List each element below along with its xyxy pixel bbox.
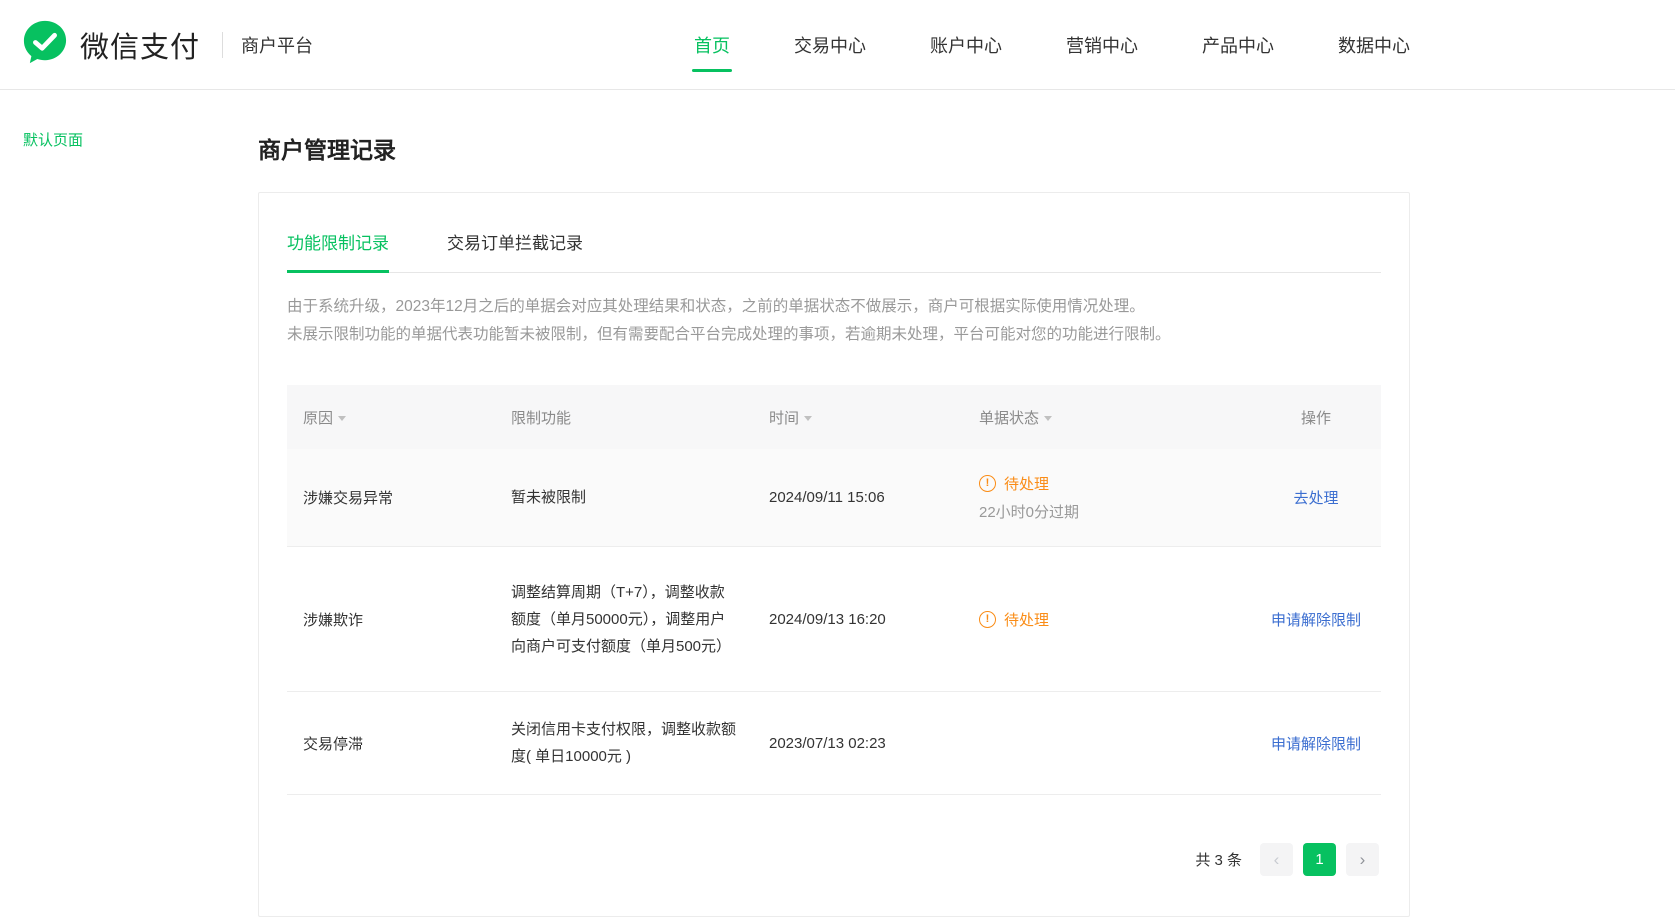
table-row: 交易停滞 关闭信用卡支付权限，调整收款额度( 单日10000元 ) 2023/0…: [287, 692, 1381, 795]
wechat-pay-logo: 微信支付: [22, 19, 200, 70]
sort-caret-icon: [338, 416, 346, 421]
notice-line-1: 由于系统升级，2023年12月之后的单据会对应其处理结果和状态，之前的单据状态不…: [287, 293, 1381, 321]
cell-reason: 涉嫌欺诈: [287, 585, 495, 654]
cell-status: 待处理 22小时0分过期: [963, 449, 1251, 546]
chevron-left-icon: ‹: [1274, 850, 1280, 870]
sidebar: 默认页面: [0, 91, 232, 914]
column-header-restriction: 限制功能: [495, 407, 753, 428]
status-text: 待处理: [1004, 473, 1049, 494]
column-header-reason[interactable]: 原因: [287, 407, 495, 428]
cell-action: 申请解除限制: [1251, 585, 1381, 654]
records-card: 功能限制记录 交易订单拦截记录 由于系统升级，2023年12月之后的单据会对应其…: [258, 192, 1410, 917]
status-pending: 待处理: [979, 609, 1235, 630]
nav-item-transaction-center[interactable]: 交易中心: [792, 26, 868, 64]
cell-time: 2024/09/11 15:06: [753, 465, 963, 530]
sort-caret-icon: [1044, 416, 1052, 421]
tab-bar: 功能限制记录 交易订单拦截记录: [287, 193, 1381, 273]
tab-function-restriction-records[interactable]: 功能限制记录: [287, 229, 389, 272]
tab-order-interception-records[interactable]: 交易订单拦截记录: [447, 229, 583, 272]
top-header: 微信支付 商户平台 首页 交易中心 账户中心 营销中心 产品中心 数据中心: [0, 0, 1675, 90]
cell-action: 去处理: [1251, 463, 1381, 532]
go-handle-link[interactable]: 去处理: [1293, 490, 1338, 507]
records-table: 原因 限制功能 时间 单据状态 操作 涉嫌交易异常 暂未被限制 2024/09/…: [287, 385, 1381, 795]
cell-time: 2023/07/13 02:23: [753, 711, 963, 776]
column-header-action: 操作: [1251, 407, 1381, 428]
warning-circle-icon: [979, 475, 996, 492]
pagination-total: 共 3 条: [1195, 849, 1242, 870]
cell-restriction: 暂未被限制: [495, 460, 753, 535]
apply-remove-restriction-link[interactable]: 申请解除限制: [1271, 736, 1361, 753]
pagination-next-button[interactable]: ›: [1346, 843, 1379, 876]
nav-item-data-center[interactable]: 数据中心: [1336, 26, 1412, 64]
main-content: 商户管理记录 功能限制记录 交易订单拦截记录 由于系统升级，2023年12月之后…: [258, 91, 1410, 914]
brand-name: 微信支付: [80, 24, 200, 66]
cell-time: 2024/09/13 16:20: [753, 587, 963, 652]
cell-status: 待处理: [963, 585, 1251, 654]
platform-name: 商户平台: [241, 32, 313, 58]
table-row: 涉嫌欺诈 调整结算周期（T+7），调整收款额度（单月50000元），调整用户向商…: [287, 547, 1381, 692]
cell-status: [963, 719, 1251, 767]
status-pending: 待处理: [979, 473, 1235, 494]
cell-restriction: 调整结算周期（T+7），调整收款额度（单月50000元），调整用户向商户可支付额…: [495, 555, 753, 684]
cell-restriction: 关闭信用卡支付权限，调整收款额度( 单日10000元 ): [495, 692, 753, 794]
table-row: 涉嫌交易异常 暂未被限制 2024/09/11 15:06 待处理 22小时0分…: [287, 449, 1381, 547]
sort-caret-icon: [804, 416, 812, 421]
cell-reason: 涉嫌交易异常: [287, 463, 495, 532]
cell-action: 申请解除限制: [1251, 709, 1381, 778]
cell-reason: 交易停滞: [287, 709, 495, 778]
column-header-time[interactable]: 时间: [753, 407, 963, 428]
table-header-row: 原因 限制功能 时间 单据状态 操作: [287, 385, 1381, 449]
notice-line-2: 未展示限制功能的单据代表功能暂未被限制，但有需要配合平台完成处理的事项，若逾期未…: [287, 321, 1381, 349]
pagination: 共 3 条 ‹ 1 ›: [287, 843, 1381, 876]
nav-item-marketing-center[interactable]: 营销中心: [1064, 26, 1140, 64]
pagination-prev-button[interactable]: ‹: [1260, 843, 1293, 876]
nav-item-product-center[interactable]: 产品中心: [1200, 26, 1276, 64]
column-header-status[interactable]: 单据状态: [963, 407, 1251, 428]
status-text: 待处理: [1004, 609, 1049, 630]
nav-item-account-center[interactable]: 账户中心: [928, 26, 1004, 64]
system-notice: 由于系统升级，2023年12月之后的单据会对应其处理结果和状态，之前的单据状态不…: [287, 293, 1381, 349]
chevron-right-icon: ›: [1360, 850, 1366, 870]
sidebar-item-default-page[interactable]: 默认页面: [0, 91, 232, 150]
status-expiry-note: 22小时0分过期: [979, 501, 1235, 522]
pagination-page-1[interactable]: 1: [1303, 843, 1336, 876]
wechat-pay-icon: [22, 19, 68, 70]
apply-remove-restriction-link[interactable]: 申请解除限制: [1271, 612, 1361, 629]
warning-circle-icon: [979, 611, 996, 628]
page-title: 商户管理记录: [258, 131, 1410, 165]
nav-item-home[interactable]: 首页: [692, 26, 732, 64]
header-divider: [222, 32, 223, 58]
main-nav: 首页 交易中心 账户中心 营销中心 产品中心 数据中心: [692, 0, 1412, 89]
